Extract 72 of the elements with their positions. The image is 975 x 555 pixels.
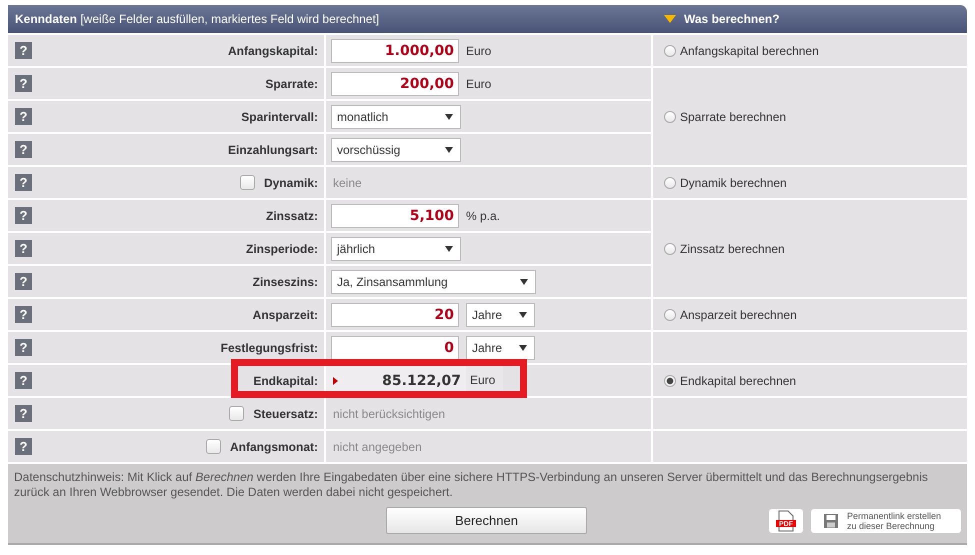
radio-label[interactable]: Ansparzeit berechnen <box>680 308 797 322</box>
marker-icon <box>333 376 338 384</box>
caret-icon <box>445 114 453 120</box>
radio-button[interactable] <box>664 374 676 386</box>
radio-button[interactable] <box>664 308 676 320</box>
field-label: Dynamik: <box>264 176 318 190</box>
caret-icon <box>664 15 676 23</box>
field-label: Anfangskapital: <box>228 44 318 58</box>
help-button[interactable]: ? <box>15 240 32 257</box>
help-button[interactable]: ? <box>15 405 32 422</box>
field-label: Sparrate: <box>265 76 318 90</box>
radio-label[interactable]: Anfangskapital berechnen <box>680 44 819 58</box>
status-text: nicht angegeben <box>332 440 422 454</box>
radio-button[interactable] <box>664 44 676 56</box>
field-label: Zinsperiode: <box>246 242 318 256</box>
field-label: Endkapital: <box>253 374 318 388</box>
checkbox[interactable] <box>206 439 221 454</box>
radio-label[interactable]: Endkapital berechnen <box>680 374 796 388</box>
caret-icon <box>519 344 527 350</box>
section-title: Kenndaten [weiße Felder ausfüllen, markiertes Feld wird berechnet] <box>14 12 380 26</box>
field-label: Zinssatz: <box>266 208 318 222</box>
caret-icon <box>445 246 453 252</box>
help-button[interactable]: ? <box>15 273 32 290</box>
dropdown[interactable]: Ja, Zinsansammlung <box>331 270 536 294</box>
input-field[interactable]: 1.000,00 <box>331 38 459 62</box>
help-button[interactable]: ? <box>15 174 32 191</box>
radio-button[interactable] <box>664 110 676 122</box>
help-button[interactable]: ? <box>15 42 32 59</box>
caret-icon <box>520 278 528 284</box>
radio-label[interactable]: Sparrate berechnen <box>680 110 786 124</box>
radio-button[interactable] <box>664 176 676 188</box>
section-title: Was berechnen? <box>684 12 780 26</box>
caret-icon <box>445 146 453 152</box>
help-button[interactable]: ? <box>15 372 32 389</box>
checkbox[interactable] <box>229 406 244 421</box>
unit-dropdown[interactable]: Jahre <box>466 336 535 360</box>
save-icon <box>823 512 839 528</box>
radio-button[interactable] <box>664 242 676 254</box>
unit-label: % p.a. <box>466 208 500 222</box>
field-label: Sparintervall: <box>241 110 318 124</box>
field-label: Ansparzeit: <box>252 308 318 322</box>
dropdown[interactable]: jährlich <box>331 236 461 260</box>
unit-dropdown[interactable]: Jahre <box>466 302 535 326</box>
help-button[interactable]: ? <box>15 141 32 158</box>
help-button[interactable]: ? <box>15 339 32 356</box>
dropdown[interactable]: vorschüssig <box>331 138 461 162</box>
help-button[interactable]: ? <box>15 306 32 323</box>
radio-label[interactable]: Zinssatz berechnen <box>680 242 785 256</box>
dropdown[interactable]: monatlich <box>331 104 461 128</box>
radio-label[interactable]: Dynamik berechnen <box>680 176 787 190</box>
calculate-button[interactable]: Berechnen <box>386 507 587 534</box>
checkbox[interactable] <box>240 175 255 190</box>
input-field[interactable]: 0 <box>331 336 459 360</box>
field-label: Anfangsmonat: <box>230 440 318 454</box>
help-button[interactable]: ? <box>15 75 32 92</box>
unit-label: Euro <box>466 44 492 58</box>
input-field[interactable]: 5,100 <box>331 204 459 228</box>
privacy-notice: Datenschutzhinweis: Mit Klick auf Berechnen werden Ihre Eingabedaten über eine sichere HTTPS-Verbindung an unseren Server übermittelt und das Berechnungsergebnis zurück an Ihren Webbrowser gesendet. Die Daten werden dabei nicht gespeichert. <box>14 470 929 500</box>
field-label: Festlegungsfrist: <box>220 340 318 354</box>
field-label: Zinseszins: <box>252 274 318 288</box>
unit-label: Euro <box>466 76 492 90</box>
input-field[interactable]: 20 <box>331 302 459 326</box>
status-text: nicht berücksichtigen <box>332 406 446 420</box>
help-button[interactable]: ? <box>15 438 32 455</box>
help-button[interactable]: ? <box>15 108 32 125</box>
help-button[interactable]: ? <box>15 207 32 224</box>
field-label: Einzahlungsart: <box>228 142 318 156</box>
field-label: Steuersatz: <box>253 406 318 420</box>
input-field[interactable]: 200,00 <box>331 72 459 96</box>
permalink-button[interactable]: Permanentlink erstellen zu dieser Berechnung <box>811 508 961 532</box>
status-text: keine <box>332 176 362 190</box>
caret-icon <box>519 312 527 318</box>
